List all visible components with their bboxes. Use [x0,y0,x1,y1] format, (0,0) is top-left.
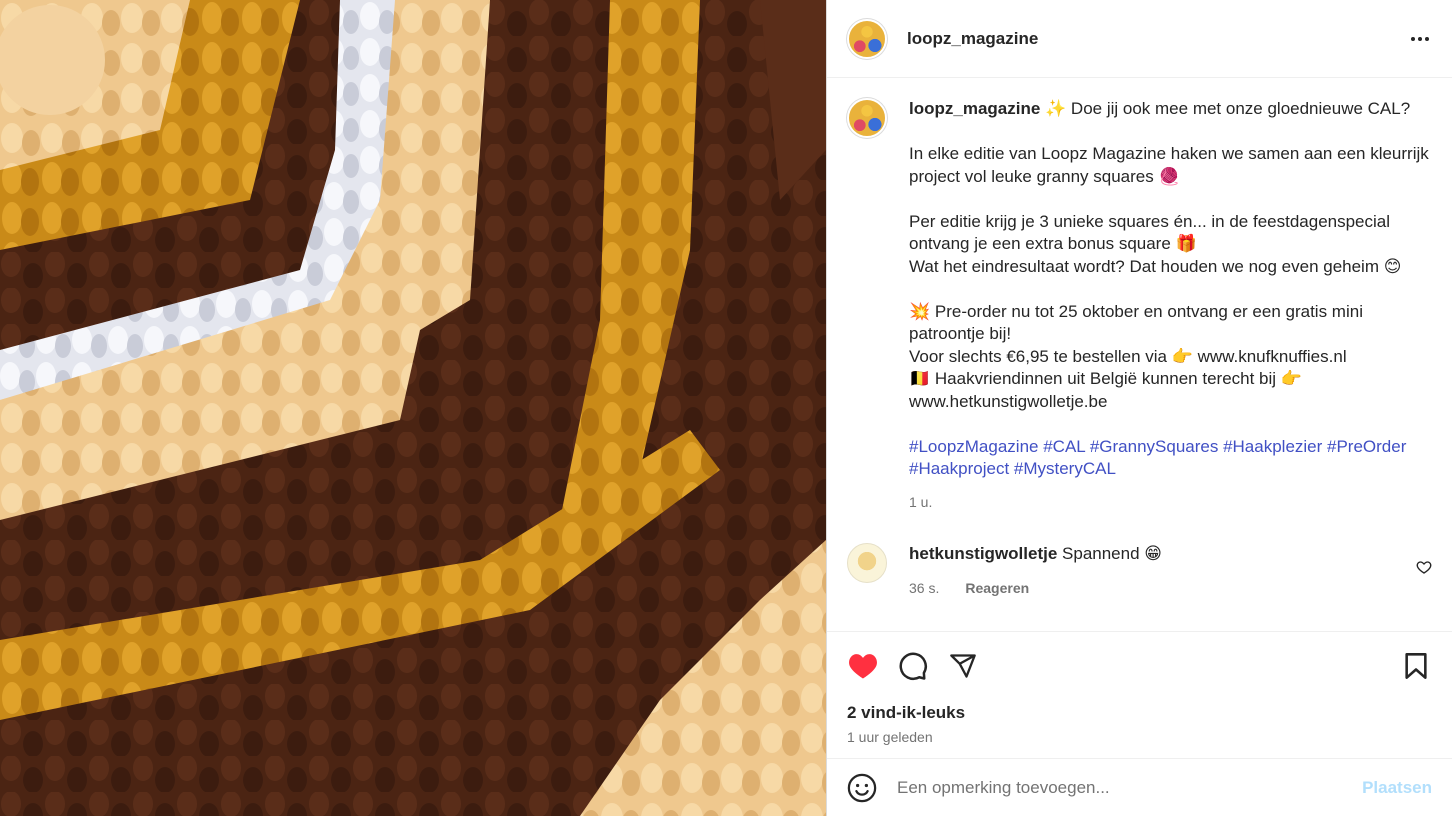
add-comment-bar: Plaatsen [827,760,1452,816]
caption-username[interactable]: loopz_magazine [909,99,1040,118]
comment-icon[interactable] [897,650,929,682]
post-header: loopz_magazine [827,0,1452,78]
comment-input[interactable] [897,778,1363,798]
caption-paragraph: Voor slechts €6,95 te bestellen via 👉 ww… [909,346,1347,366]
caption-hashtags[interactable]: #LoopzMagazine #CAL #GrannySquares #Haak… [909,436,1429,481]
comment-meta: 36 s. Reageren [909,577,1162,599]
comment-text: Spannend 😁 [1057,544,1162,563]
emoji-icon[interactable] [847,773,877,803]
more-horizontal-icon[interactable] [1408,27,1432,51]
commenter-username[interactable]: hetkunstigwolletje [909,544,1057,563]
comment-timestamp[interactable]: 36 s. [909,577,939,599]
post-detail-panel: loopz_magazine loopz_magazine ✨ Doe jij … [826,0,1452,816]
caption-paragraph: Per editie krijg je 3 unieke squares én.… [909,211,1395,254]
author-username[interactable]: loopz_magazine [907,29,1038,49]
caption-avatar[interactable] [847,98,887,138]
caption-intro-text: ✨ Doe jij ook mee met onze gloednieuwe C… [1040,99,1411,118]
share-icon[interactable] [947,650,979,682]
action-row [827,632,1452,682]
author-avatar[interactable] [847,18,887,59]
post-timestamp[interactable]: 1 uur geleden [827,723,1452,745]
post-actions: 2 vind-ik-leuks 1 uur geleden [827,631,1452,759]
caption-timestamp[interactable]: 1 u. [909,491,1429,514]
comment-item: hetkunstigwolletje Spannend 😁 36 s. Reag… [827,513,1452,599]
caption-paragraph: In elke editie van Loopz Magazine haken … [909,144,1434,186]
post-comment-button[interactable]: Plaatsen [1362,778,1432,798]
commenter-avatar[interactable] [847,543,887,583]
heart-outline-icon[interactable] [1416,559,1432,575]
crochet-photo [0,0,826,816]
caption-body: loopz_magazine ✨ Doe jij ook mee met onz… [909,98,1429,513]
comments-scroll-area[interactable]: loopz_magazine ✨ Doe jij ook mee met onz… [827,79,1452,631]
comment-body: hetkunstigwolletje Spannend 😁 36 s. Reag… [909,543,1162,599]
post-caption: loopz_magazine ✨ Doe jij ook mee met onz… [827,79,1452,513]
reply-button[interactable]: Reageren [965,577,1029,599]
caption-paragraph: 💥 Pre-order nu tot 25 oktober en ontvang… [909,301,1368,344]
caption-line1: loopz_magazine ✨ Doe jij ook mee met onz… [909,98,1429,121]
bookmark-icon[interactable] [1400,650,1432,682]
caption-paragraph: 🇧🇪 Haakvriendinnen uit België kunnen ter… [909,369,1307,411]
caption-paragraph: Wat het eindresultaat wordt? Dat houden … [909,256,1402,276]
likes-count[interactable]: 2 vind-ik-leuks [827,682,1452,723]
heart-filled-icon[interactable] [847,650,879,682]
post-image[interactable] [0,0,826,816]
